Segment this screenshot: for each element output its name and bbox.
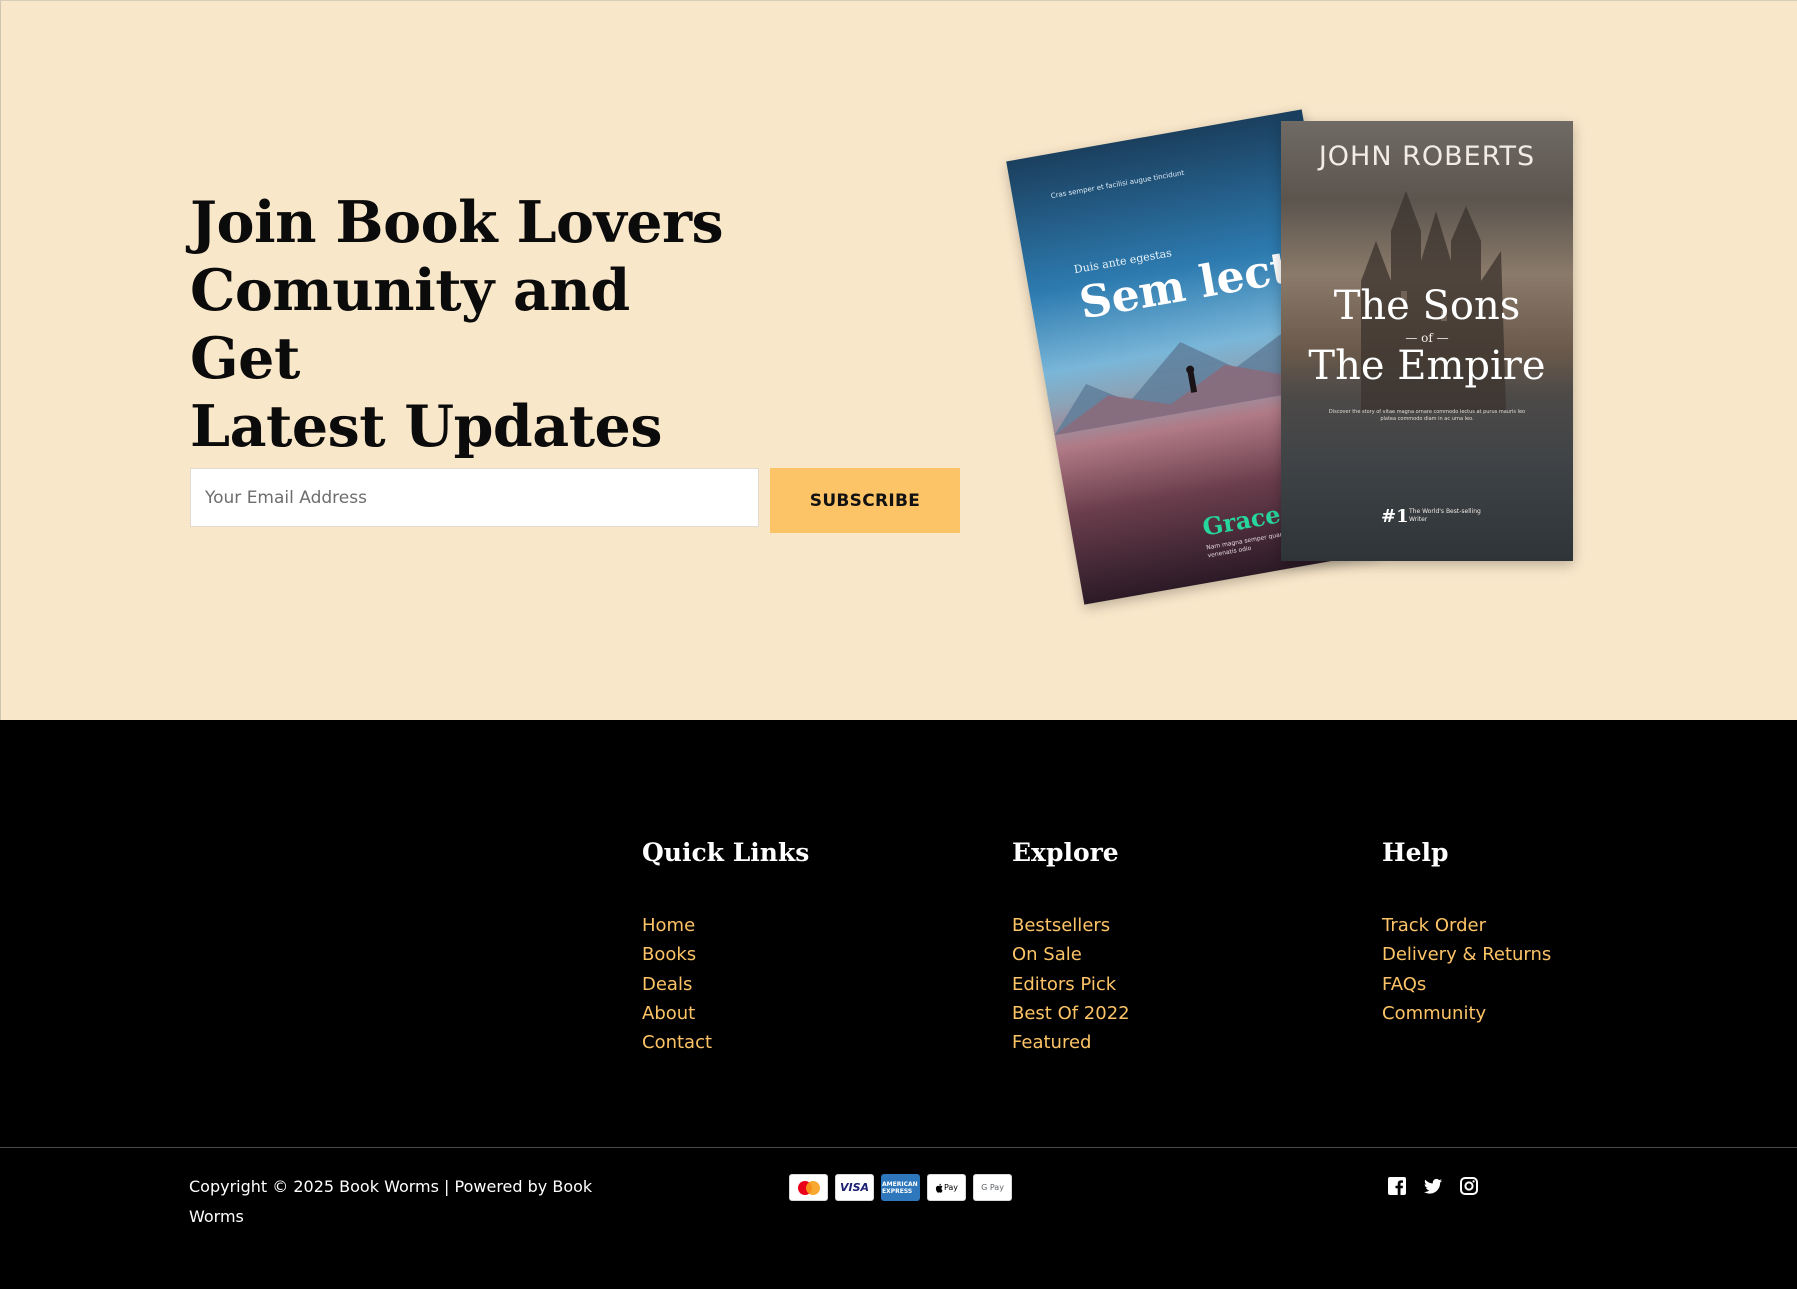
footer-link-books[interactable]: Books — [642, 940, 809, 969]
book-front-title-line1: The Sons — [1333, 283, 1521, 329]
book-back-tagline: Cras semper et facilisi augue tincidunt — [1050, 168, 1185, 201]
book-front-rank-text: The World's Best-selling Writer — [1409, 508, 1481, 523]
footer-link-editors-pick[interactable]: Editors Pick — [1012, 970, 1130, 999]
footer-link-deals[interactable]: Deals — [642, 970, 809, 999]
footer-link-track-order[interactable]: Track Order — [1382, 911, 1551, 940]
footer-link-contact[interactable]: Contact — [642, 1028, 809, 1057]
book-front-title-line2: The Empire — [1308, 343, 1546, 389]
apple-pay-label: Pay — [943, 1183, 959, 1192]
mastercard-icon — [789, 1174, 828, 1201]
footer-link-home[interactable]: Home — [642, 911, 809, 940]
headline-line-1: Join Book Lovers — [190, 189, 724, 256]
footer-link-featured[interactable]: Featured — [1012, 1028, 1130, 1057]
amex-icon: AMERICAN EXPRESS — [881, 1174, 920, 1201]
twitter-icon[interactable] — [1423, 1176, 1443, 1196]
footer-quick-links: Quick Links Home Books Deals About Conta… — [642, 838, 809, 1057]
instagram-icon[interactable] — [1459, 1176, 1479, 1196]
payment-methods: VISA AMERICAN EXPRESS Pay G Pay — [789, 1174, 1012, 1201]
headline-line-3: Latest Updates — [190, 393, 662, 460]
apple-icon — [935, 1183, 943, 1193]
footer-divider — [0, 1147, 1797, 1148]
newsletter-section: Join Book Lovers Comunity and Get Latest… — [0, 0, 1797, 720]
footer-link-on-sale[interactable]: On Sale — [1012, 940, 1130, 969]
book-cover-front: JOHN ROBERTS The Sons — of — The Empire … — [1281, 121, 1573, 561]
footer-link-faqs[interactable]: FAQs — [1382, 970, 1551, 999]
footer-link-delivery-returns[interactable]: Delivery & Returns — [1382, 940, 1551, 969]
visa-icon: VISA — [835, 1174, 874, 1201]
google-pay-icon: G Pay — [973, 1174, 1012, 1201]
footer-quick-links-title: Quick Links — [642, 838, 810, 867]
copyright-text: Copyright © 2025 Book Worms | Powered by… — [189, 1177, 593, 1226]
site-footer: Quick Links Home Books Deals About Conta… — [0, 720, 1797, 1289]
book-front-author: JOHN ROBERTS — [1318, 141, 1536, 172]
apple-pay-icon: Pay — [927, 1174, 966, 1201]
footer-link-about[interactable]: About — [642, 999, 809, 1028]
facebook-icon[interactable] — [1387, 1176, 1407, 1196]
email-input[interactable] — [190, 468, 759, 527]
footer-link-community[interactable]: Community — [1382, 999, 1551, 1028]
social-links — [1387, 1176, 1479, 1196]
footer-link-bestsellers[interactable]: Bestsellers — [1012, 911, 1130, 940]
subscribe-button[interactable]: SUBSCRIBE — [770, 468, 960, 533]
book-front-blurb: Discover the story of vitae magna ornare… — [1328, 409, 1526, 422]
footer-explore: Explore Bestsellers On Sale Editors Pick… — [1012, 838, 1130, 1057]
footer-explore-title: Explore — [1012, 838, 1119, 867]
footer-link-best-of-2022[interactable]: Best Of 2022 — [1012, 999, 1130, 1028]
newsletter-headline: Join Book Lovers Comunity and Get Latest… — [190, 189, 750, 461]
headline-line-2: Comunity and Get — [190, 257, 630, 392]
book-front-rank: #1 — [1381, 506, 1409, 527]
footer-help-title: Help — [1382, 838, 1449, 867]
footer-help: Help Track Order Delivery & Returns FAQs… — [1382, 838, 1551, 1028]
